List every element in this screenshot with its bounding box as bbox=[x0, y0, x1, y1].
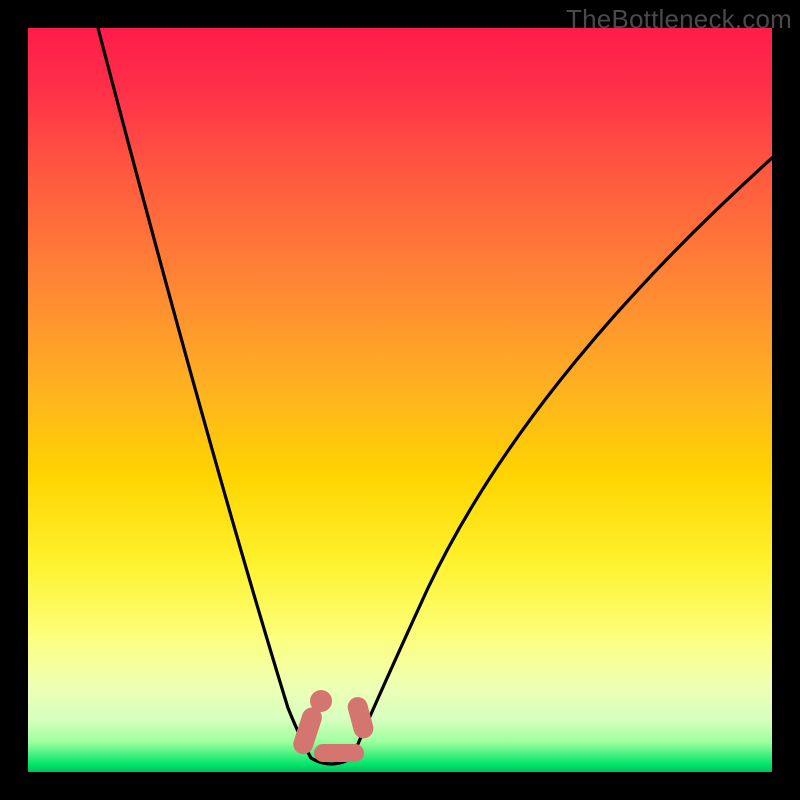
curve-right-branch bbox=[352, 158, 772, 758]
chart-area bbox=[28, 28, 772, 772]
marker-bottom-bar bbox=[314, 744, 364, 762]
curve-left-branch bbox=[98, 28, 311, 758]
bottleneck-curve bbox=[28, 28, 772, 772]
